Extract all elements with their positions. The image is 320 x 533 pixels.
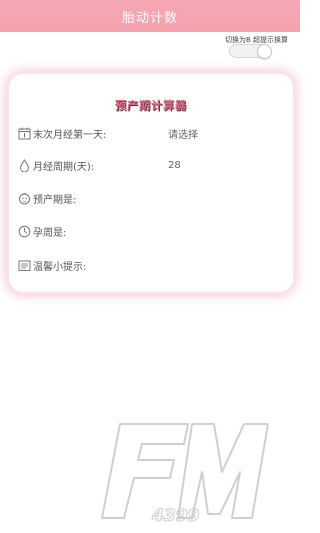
note-icon	[18, 259, 31, 272]
calendar-icon	[18, 127, 31, 140]
calculator-title: 预产期计算器	[115, 99, 187, 112]
gestational-week-row: 孕周是:	[18, 222, 278, 240]
last-period-value[interactable]: 请选择	[168, 126, 198, 141]
fm4399-watermark-logo: 4399	[96, 410, 276, 526]
cycle-length-input[interactable]: 28	[168, 156, 248, 174]
gestational-week-label: 孕周是:	[33, 227, 67, 239]
last-period-picker[interactable]: 请选择	[168, 124, 248, 142]
title-bar: 胎动计数	[0, 0, 300, 32]
due-date-row: 预产期是:	[18, 189, 278, 207]
cycle-length-value[interactable]: 28	[168, 160, 181, 171]
tips-label: 温馨小提示:	[33, 261, 87, 273]
page-title: 胎动计数	[121, 10, 178, 26]
b-ultrasound-toggle-switch[interactable]	[229, 44, 272, 59]
baby-face-icon	[18, 192, 31, 205]
drop-icon	[18, 158, 31, 172]
clock-icon	[18, 225, 31, 238]
last-period-label: 末次月经第一天:	[33, 129, 107, 141]
due-date-label: 预产期是:	[33, 194, 77, 206]
cycle-length-label: 月经周期(天):	[33, 161, 95, 173]
app-screen: 胎动计数 切换为B 超提示换算 预产期计算器 末次月经第一天: 请选择 月经周期…	[0, 0, 300, 533]
watermark-small-text: 4399	[151, 506, 199, 526]
tips-row: 温馨小提示:	[18, 256, 278, 274]
toggle-knob[interactable]	[257, 44, 272, 59]
